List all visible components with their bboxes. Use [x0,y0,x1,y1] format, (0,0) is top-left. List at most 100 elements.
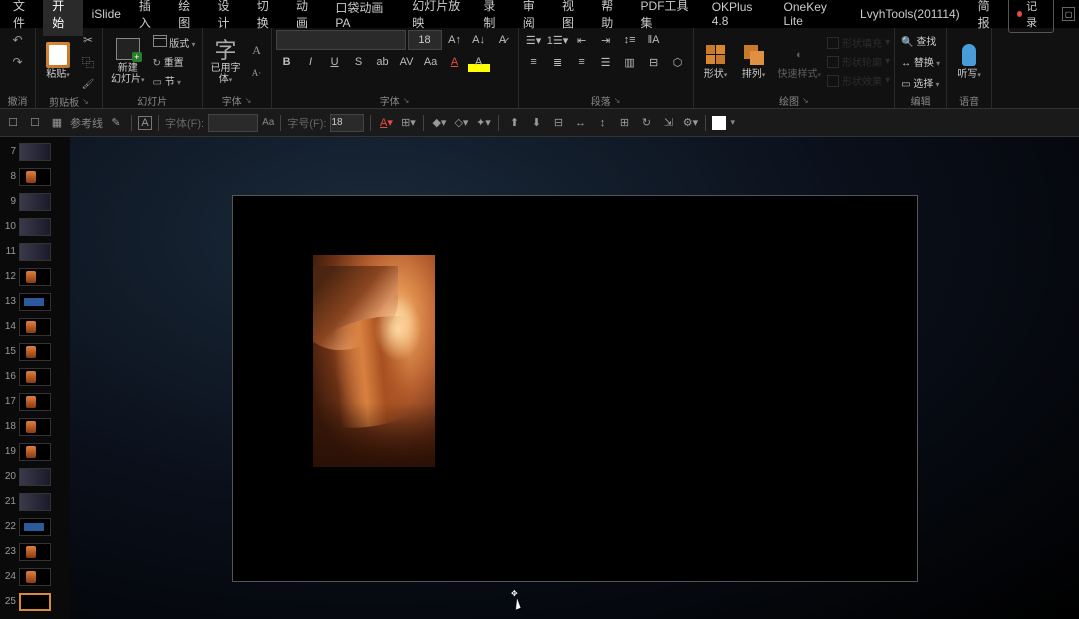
thumbnail-13[interactable]: 13 [0,289,70,314]
change-case-button[interactable]: Aa [420,52,442,72]
current-slide[interactable] [232,195,918,582]
send-back-button[interactable]: ⬇ [527,114,545,132]
thumbnail-18[interactable]: 18 [0,414,70,439]
format-painter-button[interactable] [78,74,98,94]
decrease-font-icon[interactable]: A↓ [468,30,490,50]
menu-LvyhTools(201114)[interactable]: LvyhTools(201114) [851,2,969,26]
collapse-ribbon-button[interactable]: ▢ [1062,7,1075,21]
thumbnail-17[interactable]: 17 [0,389,70,414]
align-text-button[interactable]: ⊟ [643,52,665,72]
numbering-button[interactable]: 1☰▾ [547,30,569,50]
indent-dec-button[interactable]: ⇤ [571,30,593,50]
increase-font-icon[interactable]: A↑ [444,30,466,50]
slide-image[interactable] [313,255,435,467]
usedfont-launcher-icon[interactable]: ↘ [245,96,252,105]
effect-tb2-button[interactable]: ✦▾ [474,114,492,132]
ruler-toggle-button[interactable]: ☐ [4,114,22,132]
tb2-font-input[interactable] [208,114,258,132]
thumbnail-22[interactable]: 22 [0,514,70,539]
italic-button[interactable]: I [300,52,322,72]
find-button[interactable]: 🔍 查找 [899,32,942,49]
redo-button[interactable]: ↷ [8,52,28,72]
canvas-area[interactable]: ✥ [70,137,1079,619]
indent-inc-button[interactable]: ⇥ [595,30,617,50]
distribute-h-button[interactable]: ↔ [571,114,589,132]
copy-button[interactable] [78,52,98,72]
text-direction-button[interactable]: ‖A [643,30,665,50]
thumbnail-19[interactable]: 19 [0,439,70,464]
thumbnail-20[interactable]: 20 [0,464,70,489]
replace-button[interactable]: ↔ 替换 [899,53,942,70]
thumbnail-23[interactable]: 23 [0,539,70,564]
align-right-button[interactable]: ≡ [571,52,593,72]
layout-button[interactable]: 版式 [151,34,198,51]
align-objects-button[interactable]: ⊟ [549,114,567,132]
align-justify-button[interactable]: ☰ [595,52,617,72]
char-spacing-button[interactable]: AV [396,52,418,72]
section-button[interactable]: 节 [151,72,198,89]
thumbnail-16[interactable]: 16 [0,364,70,389]
thumbnail-25[interactable]: 25 [0,589,70,614]
arrange-button[interactable]: 排列▾ [736,41,772,83]
used-font-button[interactable]: 字 已用字 体▾ [207,35,245,88]
rotate-button[interactable]: ↻ [637,114,655,132]
undo-button[interactable]: ↶ [8,30,28,50]
underline-button[interactable]: U [324,52,346,72]
reset-button[interactable]: 重置 [151,53,198,70]
distribute-v-button[interactable]: ↕ [593,114,611,132]
thumbnail-24[interactable]: 24 [0,564,70,589]
case-icon[interactable]: Aa [262,117,274,128]
select-button[interactable]: ▭ 选择 [899,74,942,91]
line-spacing-button[interactable]: ↕≡ [619,30,641,50]
fill-tb2-button[interactable]: ◆▾ [430,114,448,132]
bring-front-button[interactable]: ⬆ [505,114,523,132]
paste-button[interactable]: 粘贴▾ [40,41,76,83]
shadow-button[interactable]: ab [372,52,394,72]
thumbnail-7[interactable]: 7 [0,139,70,164]
grid-toggle-button[interactable]: ☐ [26,114,44,132]
font-color-tb2-button[interactable]: A▾ [377,114,395,132]
dictate-button[interactable]: 听写▾ [951,41,987,83]
font-launcher-icon[interactable]: ↘ [403,96,410,105]
cut-button[interactable] [78,30,98,50]
menu-iSlide[interactable]: iSlide [83,2,130,26]
slide-thumbnails-panel[interactable]: 78910111213141516171819202122232425 [0,137,70,619]
guides-toggle-button[interactable]: ▦ [48,114,66,132]
thumbnail-9[interactable]: 9 [0,189,70,214]
align-center-button[interactable]: ≣ [547,52,569,72]
font-size-input[interactable] [408,30,442,50]
outline-tb2-button[interactable]: ◇▾ [452,114,470,132]
color-dropdown-icon[interactable]: ▾ [730,117,735,128]
thumbnail-11[interactable]: 11 [0,239,70,264]
tb2-size-input[interactable] [330,114,364,132]
font-color-button[interactable]: A [444,52,466,72]
thumbnail-15[interactable]: 15 [0,339,70,364]
current-color-swatch[interactable] [712,116,726,130]
clear-format-button[interactable]: A [247,41,267,61]
group-button[interactable]: ⊞ [615,114,633,132]
thumbnail-10[interactable]: 10 [0,214,70,239]
record-button[interactable]: 记录 [1008,0,1054,33]
font-tool-button[interactable]: A· [247,63,267,83]
new-slide-button[interactable]: 新建 幻灯片▾ [107,35,149,88]
clear-formatting-icon[interactable]: A̷ [492,30,514,50]
thumbnail-12[interactable]: 12 [0,264,70,289]
align-left-button[interactable]: ≡ [523,52,545,72]
clipboard-launcher-icon[interactable]: ↘ [82,97,89,106]
shapes-button[interactable]: 形状▾ [698,41,734,83]
eyedropper-button[interactable]: ✎ [107,114,125,132]
strike-button[interactable]: S [348,52,370,72]
convert-smartart-button[interactable]: ⬡ [667,52,689,72]
drawing-launcher-icon[interactable]: ↘ [802,96,809,105]
size-button[interactable]: ⇲ [659,114,677,132]
font-name-input[interactable] [276,30,406,50]
more-button[interactable]: ⚙▾ [681,114,699,132]
align-tb2-button[interactable]: ⊞▾ [399,114,417,132]
thumbnail-21[interactable]: 21 [0,489,70,514]
highlight-button[interactable]: A [468,52,490,72]
thumbnail-14[interactable]: 14 [0,314,70,339]
thumbnail-8[interactable]: 8 [0,164,70,189]
textbox-button[interactable]: A [138,116,152,130]
columns-button[interactable]: ▥ [619,52,641,72]
paragraph-launcher-icon[interactable]: ↘ [614,96,621,105]
